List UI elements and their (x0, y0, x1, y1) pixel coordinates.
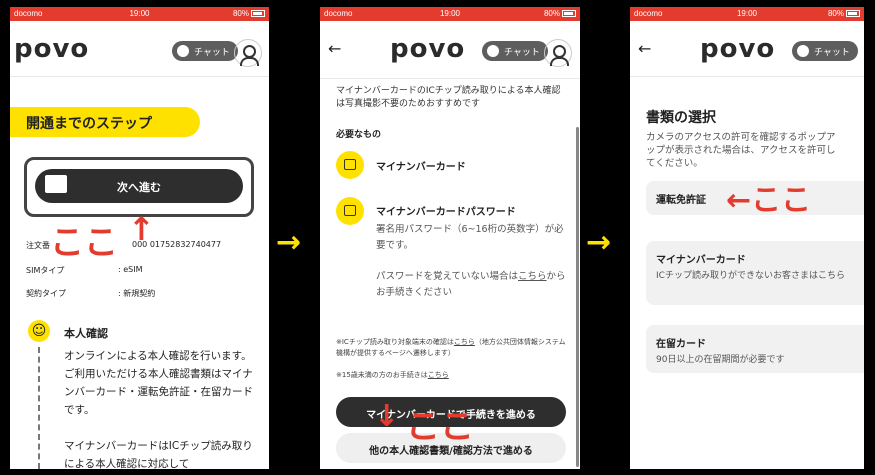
order-number-row: 注文番 000 01752832740477 (26, 240, 221, 251)
povo-logo: povo (700, 34, 776, 64)
device-check-note: ※ICチップ読み取り対象端末の確認はこちら（地方公共団体情報システム機構が提供す… (336, 338, 566, 357)
clock: 19:00 (129, 9, 150, 18)
chat-button[interactable]: チャット (172, 41, 238, 61)
chat-icon (177, 45, 189, 57)
camera-permission-note: カメラのアクセスの許可を確認するポップア ップが表示された場合は、アクセスを許可… (646, 132, 836, 169)
option-label: マイナンバーカード (656, 255, 746, 266)
identity-check-body: オンラインによる本人確認を行います。ご利用いただける本人確認書類はマイナンバーカ… (64, 347, 254, 469)
under-15-note: ※15歳未満の方のお手続きはこちら (336, 371, 449, 379)
scrollbar[interactable] (576, 127, 579, 467)
recommend-text: マイナンバーカードのICチップ読み取りによる本人確認は写真撮影不要のためおすすめ… (336, 86, 561, 109)
account-avatar-icon[interactable] (544, 39, 572, 67)
option-label: 在留カード (656, 339, 706, 350)
battery-icon (846, 10, 860, 18)
option-mynumber-card[interactable]: マイナンバーカード ICチップ読み取りができないお客さまはこちら (646, 241, 864, 305)
identity-check-title: 本人確認 (64, 327, 108, 340)
chat-button[interactable]: チャット (482, 41, 548, 61)
sim-type-value: : eSIM (118, 265, 143, 274)
chat-icon (487, 45, 499, 57)
contract-type-label: 契約タイプ (26, 289, 66, 298)
battery-percent: 80% (827, 9, 844, 18)
sim-type-label: SIMタイプ (26, 266, 65, 275)
chat-button[interactable]: チャット (792, 41, 858, 61)
account-avatar-icon[interactable] (234, 39, 262, 67)
clock: 19:00 (439, 9, 461, 18)
chat-label: チャット (814, 48, 850, 58)
forgot-password-text: パスワードを覚えていない場合はこちらからお手続きください (376, 271, 566, 298)
status-bar: docomo 19:00 80% (320, 7, 580, 21)
chat-label: チャット (194, 48, 230, 58)
identity-check-text: オンラインによる本人確認を行います。ご利用いただける本人確認書類はマイナンバーカ… (64, 350, 253, 416)
smile-icon: ☺ (28, 320, 50, 342)
chat-label: チャット (504, 48, 540, 58)
forgot-password-link[interactable]: こちら (518, 271, 547, 282)
password-description: 署名用パスワード（6~16桁の英数字）が必要です。 (376, 224, 564, 251)
order-number-value: 000 01752832740477 (132, 240, 222, 249)
lock-icon (336, 197, 364, 225)
sim-type-row: SIMタイプ : eSIM (26, 265, 143, 276)
phone-screen-document-select: docomo 19:00 80% ← povo チャット 書類の選択 カメラのア… (630, 7, 864, 469)
required-mynumber-card: マイナンバーカード (376, 162, 466, 173)
battery-percent: 80% (543, 9, 560, 18)
contract-type-value: : 新規契約 (118, 289, 156, 298)
next-button-label: 次へ進む (117, 181, 161, 194)
back-arrow-icon[interactable]: ← (328, 39, 341, 58)
device-check-link[interactable]: こちら (454, 338, 475, 346)
next-button-highlight: 次へ進む (24, 157, 254, 217)
annotation-here: ←ここ (726, 183, 812, 218)
battery-percent: 80% (232, 9, 249, 18)
app-header: povo チャット (10, 21, 269, 77)
id-card-icon (336, 151, 364, 179)
annotation-arrow-down: ↓ (374, 399, 400, 434)
app-header: ← povo チャット (630, 21, 864, 77)
chat-icon (797, 45, 809, 57)
required-items-label: 必要なもの (336, 130, 382, 140)
steps-title: 開通までのステップ (10, 107, 200, 137)
identity-check-text-2: マイナンバーカードはICチップ読み取りによる本人確認に対応して (64, 440, 253, 469)
document-select-title: 書類の選択 (646, 110, 716, 126)
phone-screen-order-status: docomo 19:00 80% povo チャット 開通までのステップ 次へ進… (10, 7, 269, 469)
povo-logo: povo (390, 34, 466, 64)
step-connector (38, 347, 40, 469)
status-bar: docomo 19:00 80% (630, 7, 864, 21)
option-sub: ICチップ読み取りができないお客さまはこちら (656, 271, 845, 281)
contract-type-row: 契約タイプ : 新規契約 (26, 288, 155, 299)
id-card-icon (45, 175, 67, 193)
status-bar: docomo 19:00 80% (10, 7, 269, 21)
battery-icon (251, 10, 265, 18)
under-15-link[interactable]: こちら (428, 371, 449, 379)
battery-icon (562, 10, 576, 18)
option-residence-card[interactable]: 在留カード 90日以上の在留期間が必要です (646, 325, 864, 373)
phone-screen-identity-method: docomo 19:00 80% ← povo チャット マイナンバーカードのI… (320, 7, 580, 469)
order-number-label: 注文番 (26, 241, 50, 250)
option-sub: 90日以上の在留期間が必要です (656, 355, 785, 365)
povo-logo: povo (14, 34, 90, 64)
next-button[interactable]: 次へ進む (35, 169, 243, 203)
annotation-here: ここ (50, 223, 118, 263)
annotation-here: ここ (406, 407, 474, 447)
flow-arrow-1: → (276, 225, 302, 260)
required-password: マイナンバーカードパスワード (376, 207, 516, 218)
flow-arrow-2: → (586, 225, 612, 260)
app-header: ← povo チャット (320, 21, 580, 79)
back-arrow-icon[interactable]: ← (638, 39, 651, 58)
